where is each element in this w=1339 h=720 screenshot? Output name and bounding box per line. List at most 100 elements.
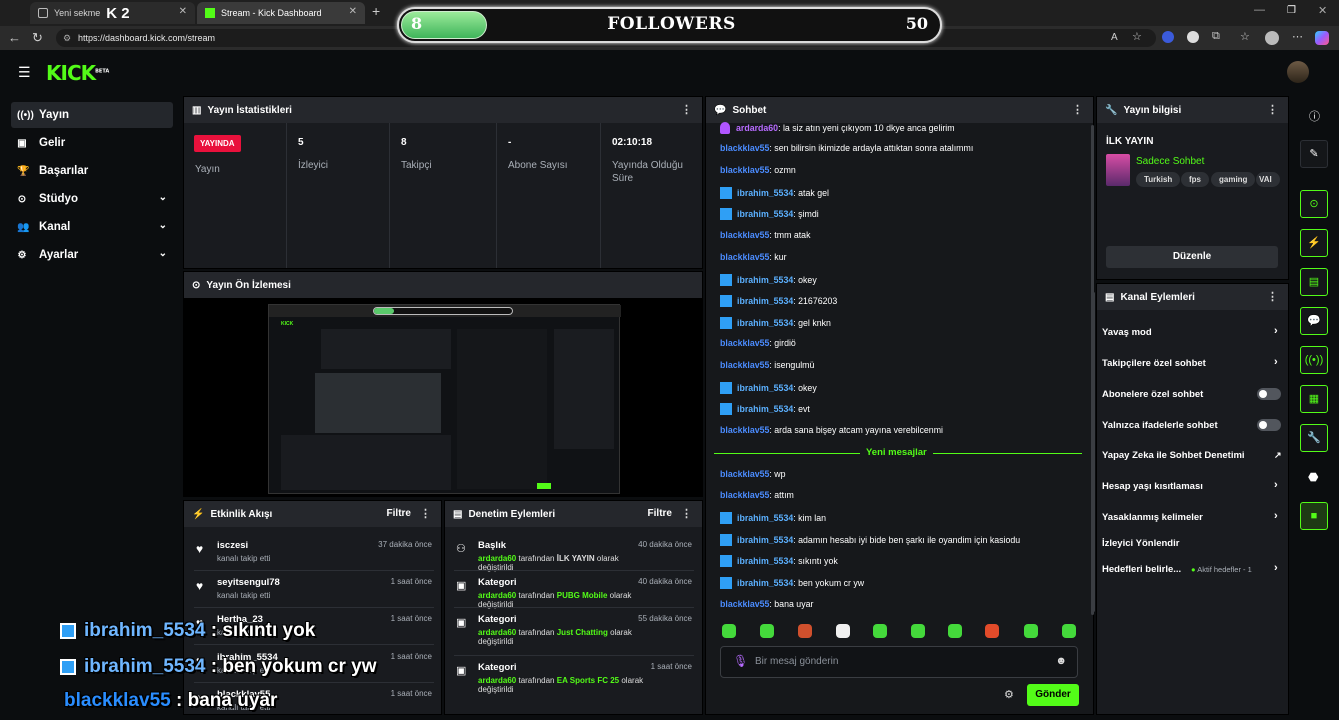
chat-username[interactable]: ibrahim_5534	[737, 188, 793, 198]
chat-username[interactable]: ibrahim_5534	[737, 556, 793, 566]
chat-username[interactable]: blackklav55	[720, 469, 769, 479]
chat-username[interactable]: blackklav55	[720, 599, 769, 609]
sidebar-item-studyo[interactable]: ⊙ Stüdyo ⌄	[11, 186, 173, 212]
chat-username[interactable]: blackklav55	[720, 338, 769, 348]
chat-username[interactable]: blackklav55	[720, 143, 769, 153]
preview-video[interactable]: KICK	[268, 304, 621, 494]
chat-username[interactable]: blackklav55	[720, 425, 769, 435]
bolt-tool-button[interactable]: ⚡	[1300, 229, 1328, 257]
kick-logo[interactable]: KICKBETA	[46, 61, 109, 85]
more-options-icon[interactable]: ⋮	[681, 507, 692, 520]
copilot-icon[interactable]	[1315, 31, 1329, 45]
more-options-icon[interactable]: ⋮	[420, 507, 431, 520]
collections-icon[interactable]: ☆	[1240, 30, 1250, 43]
emote-icon[interactable]	[1024, 624, 1038, 638]
send-button[interactable]: Gönder	[1027, 684, 1079, 706]
chat-username[interactable]: ibrahim_5534	[737, 209, 793, 219]
emote-icon[interactable]	[798, 624, 812, 638]
edit-button[interactable]: Düzenle	[1106, 246, 1278, 268]
close-tab-icon[interactable]: ✕	[179, 6, 187, 17]
emote-icon[interactable]	[760, 624, 774, 638]
chevron-down-icon[interactable]: ⌄	[159, 192, 167, 203]
sidebar-item-gelir[interactable]: ▣ Gelir	[11, 130, 173, 156]
reload-icon[interactable]: ↻	[32, 30, 43, 46]
more-icon[interactable]: ⋯	[1292, 30, 1303, 43]
tag[interactable]: fps	[1181, 172, 1209, 187]
chat-username[interactable]: blackklav55	[720, 230, 769, 240]
filter-button[interactable]: Filtre	[648, 508, 672, 519]
edit-tool-button[interactable]: ✎	[1300, 140, 1328, 168]
chat-username[interactable]: ibrahim_5534	[737, 404, 793, 414]
browser-tab-kick[interactable]: Stream - Kick Dashboard ✕	[197, 2, 365, 24]
extension-icon[interactable]	[1187, 31, 1199, 43]
more-options-icon[interactable]: ⋮	[1072, 103, 1083, 116]
emote-icon[interactable]	[911, 624, 925, 638]
studio-tool-button[interactable]: ⊙	[1300, 190, 1328, 218]
info-icon[interactable]: ⓘ	[1309, 108, 1320, 124]
minimize-icon[interactable]: —	[1254, 4, 1265, 16]
restore-icon[interactable]: ❐	[1287, 5, 1296, 16]
emote-icon[interactable]	[722, 624, 736, 638]
wrench-tool-button[interactable]: 🔧	[1300, 424, 1328, 452]
new-tab-icon[interactable]: +	[372, 3, 380, 19]
tag[interactable]: VAI	[1256, 172, 1280, 187]
action-set-goals[interactable]: Hedefleri belirle... ● Aktif hedefler - …	[1102, 562, 1278, 575]
chat-username[interactable]: ardarda60	[736, 123, 778, 133]
tag[interactable]: gaming	[1211, 172, 1256, 187]
chat-username[interactable]: blackklav55	[720, 252, 769, 262]
chat-username[interactable]: blackklav55	[720, 360, 769, 370]
chat-username[interactable]: blackklav55	[720, 165, 769, 175]
more-options-icon[interactable]: ⋮	[1267, 103, 1278, 116]
emote-only-toggle[interactable]	[1257, 419, 1281, 431]
action-account-age[interactable]: Hesap yaşı kısıtlaması ›	[1102, 479, 1278, 492]
tag[interactable]: Turkish	[1136, 172, 1181, 187]
broadcast-tool-button[interactable]: ((•))	[1300, 346, 1328, 374]
notes-tool-button[interactable]: ▤	[1300, 268, 1328, 296]
sidebar-item-kanal[interactable]: 👥 Kanal ⌄	[11, 214, 173, 240]
read-aloud-icon[interactable]: A	[1111, 32, 1118, 43]
chat-username[interactable]: ibrahim_5534	[737, 383, 793, 393]
emote-icon[interactable]	[1062, 624, 1076, 638]
chat-username[interactable]: ibrahim_5534	[737, 535, 793, 545]
chat-username[interactable]: ibrahim_5534	[737, 275, 793, 285]
emoji-icon[interactable]: ☻	[1055, 655, 1067, 667]
microphone-icon[interactable]: 🎙	[733, 654, 748, 668]
more-options-icon[interactable]: ⋮	[681, 103, 692, 116]
chat-tool-button[interactable]: 💬	[1300, 307, 1328, 335]
browser-tab-new[interactable]: Yeni sekme K 2 ✕	[30, 2, 195, 24]
close-tab-icon[interactable]: ✕	[349, 6, 357, 17]
action-ai-moderation[interactable]: Yapay Zeka ile Sohbet Denetimi ↗	[1102, 450, 1282, 461]
site-info-icon[interactable]: ⚙	[63, 29, 71, 47]
shapes-icon[interactable]: ⬣	[1308, 470, 1318, 484]
extension-icon[interactable]	[1162, 31, 1174, 43]
chat-username[interactable]: ibrahim_5534	[737, 578, 793, 588]
extension-tool-button[interactable]: ■	[1300, 502, 1328, 530]
chevron-down-icon[interactable]: ⌄	[159, 220, 167, 231]
emote-icon[interactable]	[873, 624, 887, 638]
chat-username[interactable]: ibrahim_5534	[737, 318, 793, 328]
more-options-icon[interactable]: ⋮	[1267, 290, 1278, 303]
chat-username[interactable]: ibrahim_5534	[737, 513, 793, 523]
layout-tool-button[interactable]: ▦	[1300, 385, 1328, 413]
sidebar-item-basarilar[interactable]: 🏆 Başarılar	[11, 158, 173, 184]
user-avatar[interactable]	[1287, 61, 1309, 83]
filter-button[interactable]: Filtre	[387, 508, 411, 519]
subscribers-only-toggle[interactable]	[1257, 388, 1281, 400]
emote-icon[interactable]	[836, 624, 850, 638]
favorite-star-icon[interactable]: ☆	[1132, 30, 1142, 43]
stream-category[interactable]: Sadece Sohbet	[1136, 156, 1204, 167]
emote-icon[interactable]	[985, 624, 999, 638]
chat-input-box[interactable]: 🎙 Bir mesaj gönderin ☻	[720, 646, 1078, 678]
chat-username[interactable]: blackklav55	[720, 490, 769, 500]
sidebar-item-ayarlar[interactable]: ⚙ Ayarlar ⌄	[11, 242, 173, 268]
close-window-icon[interactable]: ✕	[1318, 4, 1327, 17]
chevron-down-icon[interactable]: ⌄	[159, 248, 167, 259]
action-slow-mode[interactable]: Yavaş mod ›	[1102, 325, 1278, 338]
action-banned-words[interactable]: Yasaklanmış kelimeler ›	[1102, 510, 1278, 523]
menu-icon[interactable]: ☰	[18, 64, 31, 81]
emote-icon[interactable]	[948, 624, 962, 638]
profile-icon[interactable]	[1265, 31, 1279, 45]
action-redirect-viewers[interactable]: İzleyici Yönlendir	[1102, 538, 1179, 549]
chat-username[interactable]: ibrahim_5534	[737, 296, 793, 306]
puzzle-icon[interactable]: ⧉	[1212, 30, 1220, 43]
